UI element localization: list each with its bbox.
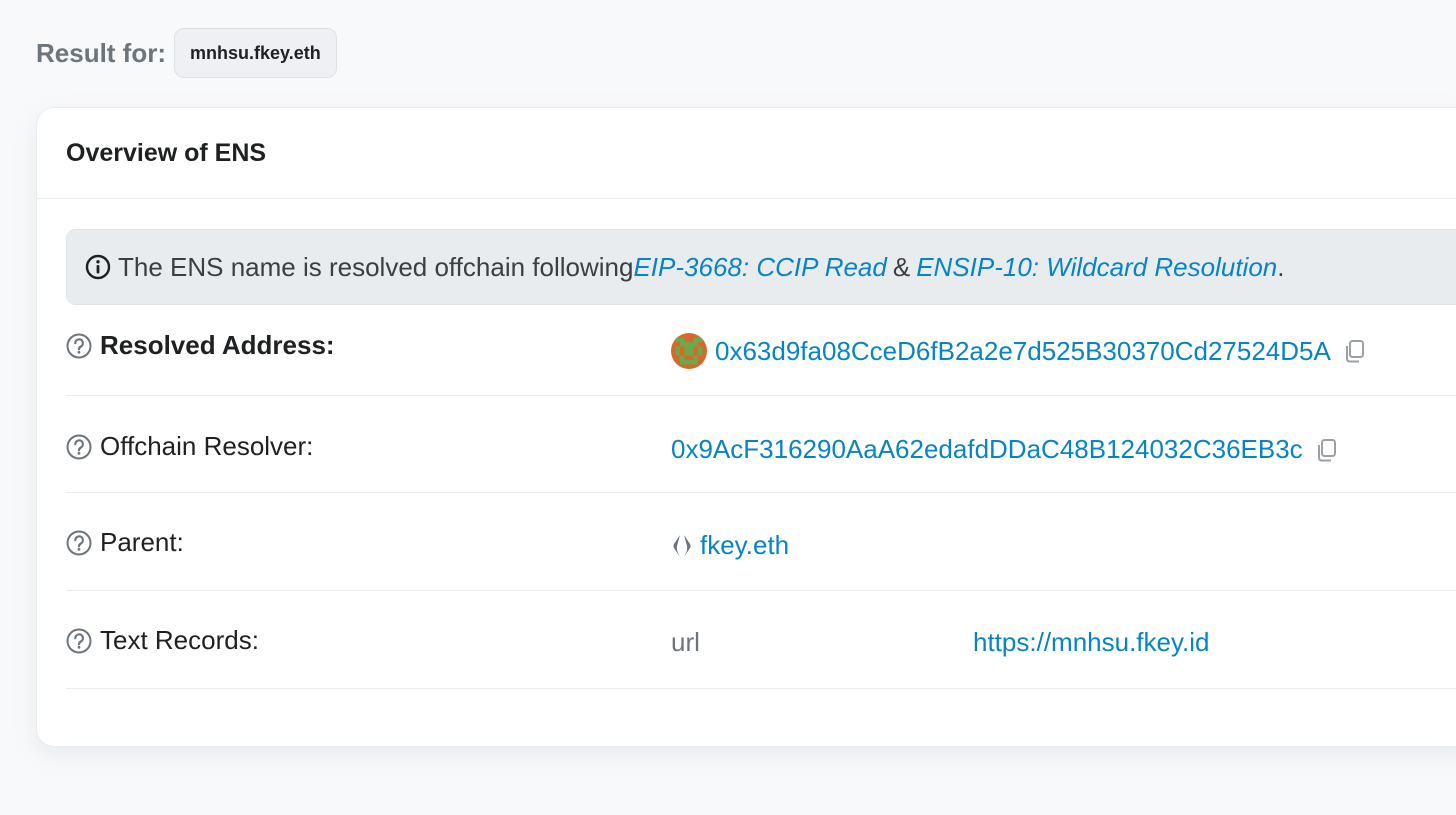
- result-header: Result for: mnhsu.fkey.eth: [36, 28, 337, 78]
- notice-ampersand: &: [892, 251, 911, 282]
- info-icon: [85, 254, 111, 280]
- text-record-url-link[interactable]: https://mnhsu.fkey.id: [973, 627, 1210, 658]
- offchain-resolver-value: 0x9AcF316290AaA62edafdDDaC48B124032C36EB…: [671, 434, 1340, 465]
- result-label: Result for:: [36, 37, 166, 68]
- question-icon[interactable]: [66, 434, 92, 460]
- text-records-row: Text Records: url https://mnhsu.fkey.id: [66, 591, 1456, 689]
- text-records-label-text: Text Records:: [100, 625, 259, 655]
- eip-3668-link[interactable]: EIP-3668: CCIP Read: [633, 252, 886, 283]
- card-title: Overview of ENS: [66, 138, 267, 167]
- resolved-address-label-text: Resolved Address:: [100, 330, 335, 360]
- offchain-resolver-label-text: Offchain Resolver:: [100, 431, 314, 461]
- card-header: Overview of ENS: [37, 108, 1456, 199]
- search-query-chip[interactable]: mnhsu.fkey.eth: [174, 28, 337, 78]
- parent-label: Parent:: [66, 527, 184, 558]
- parent-link[interactable]: fkey.eth: [700, 530, 789, 561]
- text-record-key: url: [671, 627, 700, 658]
- notice-text-suffix: .: [1277, 251, 1285, 282]
- question-icon[interactable]: [66, 530, 92, 556]
- ens-logo-icon: [671, 533, 693, 559]
- question-icon[interactable]: [66, 333, 92, 359]
- parent-row: Parent: fkey.eth: [66, 493, 1456, 591]
- notice-text-prefix: The ENS name is resolved offchain follow…: [118, 251, 634, 282]
- text-record-key-text: url: [671, 627, 700, 657]
- text-records-label: Text Records:: [66, 625, 259, 656]
- offchain-resolver-row: Offchain Resolver: 0x9AcF316290AaA62edaf…: [66, 396, 1456, 493]
- resolved-address-link[interactable]: 0x63d9fa08CceD6fB2a2e7d525B30370Cd27524D…: [715, 336, 1331, 367]
- offchain-notice: The ENS name is resolved offchain follow…: [66, 229, 1456, 305]
- copy-icon[interactable]: [1314, 437, 1340, 463]
- question-icon[interactable]: [66, 628, 92, 654]
- offchain-resolver-link[interactable]: 0x9AcF316290AaA62edafdDDaC48B124032C36EB…: [671, 434, 1303, 465]
- parent-label-text: Parent:: [100, 527, 184, 557]
- ensip-10-link[interactable]: ENSIP-10: Wildcard Resolution: [916, 252, 1277, 283]
- offchain-resolver-label: Offchain Resolver:: [66, 431, 313, 462]
- copy-icon[interactable]: [1342, 338, 1368, 364]
- parent-value: fkey.eth: [671, 530, 789, 561]
- identicon: [671, 333, 707, 369]
- resolved-address-row: Resolved Address: 0x63d9fa08CceD6fB2a2e7…: [66, 306, 1456, 396]
- resolved-address-label: Resolved Address:: [66, 330, 335, 361]
- ens-overview-card: Overview of ENS The ENS name is resolved…: [36, 107, 1456, 747]
- resolved-address-value: 0x63d9fa08CceD6fB2a2e7d525B30370Cd27524D…: [671, 333, 1368, 369]
